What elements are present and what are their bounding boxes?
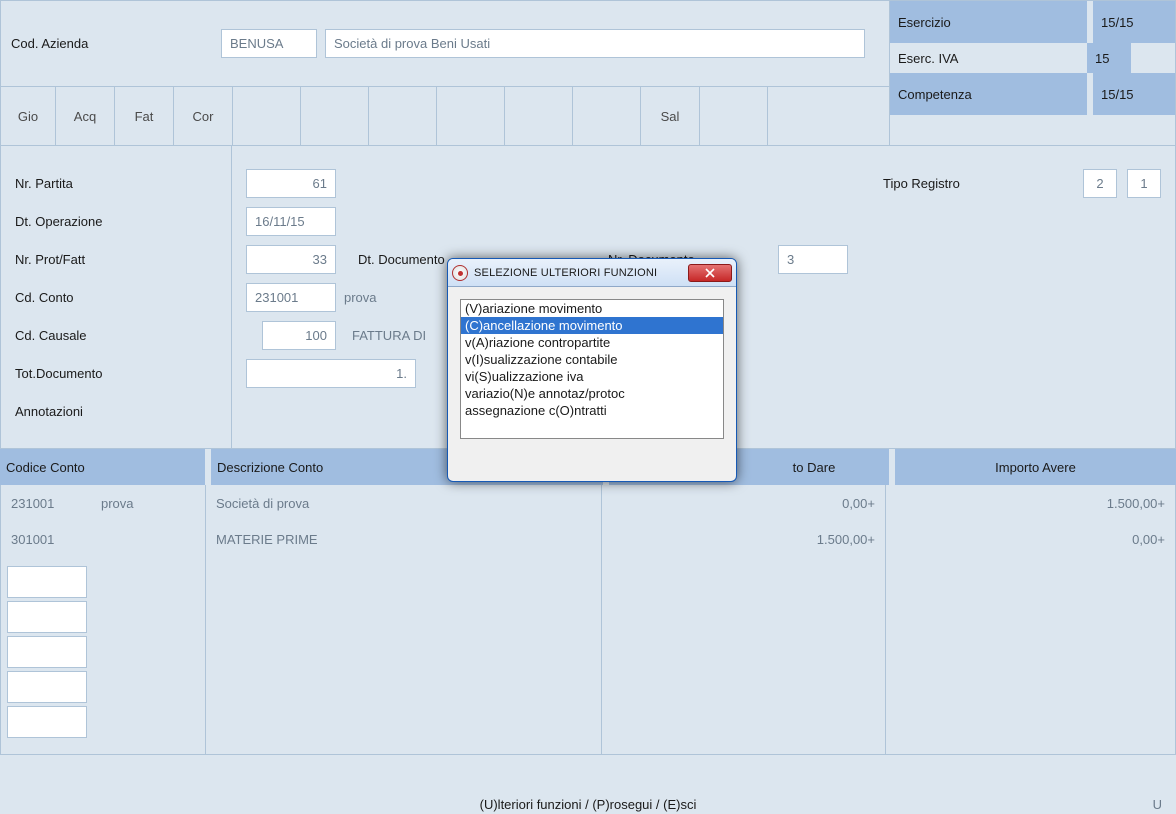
list-item[interactable]: variazio(N)e annotaz/protoc bbox=[461, 385, 723, 402]
cd-conto-label: Cd. Conto bbox=[15, 290, 217, 305]
nr-prot-fatt-label: Nr. Prot/Fatt bbox=[15, 252, 217, 267]
esercizio-value: 15/15 bbox=[1087, 1, 1175, 43]
nr-prot-fatt-value[interactable]: 33 bbox=[246, 245, 336, 274]
empty-cell[interactable] bbox=[7, 706, 87, 738]
empty-cell[interactable] bbox=[7, 601, 87, 633]
eserc-iva-value: 15 bbox=[1087, 43, 1131, 73]
eserc-iva-label: Eserc. IVA bbox=[890, 43, 1087, 73]
list-item[interactable]: assegnazione c(O)ntratti bbox=[461, 402, 723, 419]
cd-causale-desc: FATTURA DI bbox=[352, 328, 426, 343]
cod-azienda-value[interactable]: BENUSA bbox=[221, 29, 317, 58]
list-item[interactable]: (V)ariazione movimento bbox=[461, 300, 723, 317]
tab-empty-4[interactable] bbox=[437, 87, 505, 145]
empty-cell[interactable] bbox=[7, 636, 87, 668]
tab-empty-2[interactable] bbox=[301, 87, 369, 145]
tab-sal[interactable]: Sal bbox=[641, 87, 700, 145]
table-body: 231001prova 301001 Società di prova MATE… bbox=[0, 485, 1176, 755]
tab-acq[interactable]: Acq bbox=[56, 87, 115, 145]
list-item[interactable]: v(A)riazione contropartite bbox=[461, 334, 723, 351]
function-listbox[interactable]: (V)ariazione movimento(C)ancellazione mo… bbox=[460, 299, 724, 439]
tab-empty-3[interactable] bbox=[369, 87, 437, 145]
dt-operazione-label: Dt. Operazione bbox=[15, 214, 217, 229]
nr-documento-value[interactable]: 3 bbox=[778, 245, 848, 274]
dt-operazione-value[interactable]: 16/11/15 bbox=[246, 207, 336, 236]
modal-title-text: SELEZIONE ULTERIORI FUNZIONI bbox=[474, 267, 688, 279]
tab-empty-8[interactable] bbox=[768, 87, 889, 145]
tab-gio[interactable]: Gio bbox=[1, 87, 56, 145]
table-row[interactable]: Società di prova bbox=[206, 485, 601, 521]
table-row[interactable]: 1.500,00+ bbox=[602, 521, 885, 557]
footer-key: U bbox=[1153, 797, 1162, 812]
footer-hint: (U)lteriori funzioni / (P)rosegui / (E)s… bbox=[0, 797, 1176, 812]
tipo-registro-v2[interactable]: 1 bbox=[1127, 169, 1161, 198]
table-row[interactable]: 0,00+ bbox=[886, 521, 1175, 557]
list-item[interactable]: (C)ancellazione movimento bbox=[461, 317, 723, 334]
cd-conto-value[interactable]: 231001 bbox=[246, 283, 336, 312]
list-item[interactable]: vi(S)ualizzazione iva bbox=[461, 368, 723, 385]
form-left-panel: Nr. Partita Dt. Operazione Nr. Prot/Fatt… bbox=[0, 146, 232, 449]
empty-cell[interactable] bbox=[7, 671, 87, 703]
tab-empty-5[interactable] bbox=[505, 87, 573, 145]
annotazioni-label: Annotazioni bbox=[15, 404, 217, 419]
cod-azienda-label: Cod. Azienda bbox=[11, 36, 221, 51]
company-desc-field[interactable]: Società di prova Beni Usati bbox=[325, 29, 865, 58]
cd-conto-desc: prova bbox=[344, 290, 377, 305]
col-avere-header: Importo Avere bbox=[895, 449, 1176, 485]
empty-cell[interactable] bbox=[7, 566, 87, 598]
tab-empty-6[interactable] bbox=[573, 87, 641, 145]
close-icon bbox=[705, 268, 715, 278]
tab-empty-1[interactable] bbox=[233, 87, 301, 145]
table-row[interactable]: 0,00+ bbox=[602, 485, 885, 521]
table-row[interactable]: 231001prova bbox=[1, 485, 205, 521]
esercizio-label: Esercizio bbox=[890, 1, 1087, 43]
cd-causale-label: Cd. Causale bbox=[15, 328, 217, 343]
table-row[interactable]: 301001 bbox=[1, 521, 205, 557]
tab-cor[interactable]: Cor bbox=[174, 87, 233, 145]
tab-fat[interactable]: Fat bbox=[115, 87, 174, 145]
table-row[interactable]: MATERIE PRIME bbox=[206, 521, 601, 557]
tot-documento-value[interactable]: 1. bbox=[246, 359, 416, 388]
tipo-registro-v1[interactable]: 2 bbox=[1083, 169, 1117, 198]
table-row[interactable]: 1.500,00+ bbox=[886, 485, 1175, 521]
tipo-registro-label: Tipo Registro bbox=[883, 176, 1083, 191]
competenza-value: 15/15 bbox=[1087, 73, 1175, 115]
competenza-label: Competenza bbox=[890, 73, 1087, 115]
nr-partita-value[interactable]: 61 bbox=[246, 169, 336, 198]
header-row: Cod. Azienda BENUSA Società di prova Ben… bbox=[0, 0, 1176, 146]
tab-empty-7[interactable] bbox=[700, 87, 768, 145]
nr-partita-label: Nr. Partita bbox=[15, 176, 217, 191]
modal-selezione-funzioni: SELEZIONE ULTERIORI FUNZIONI (V)ariazion… bbox=[447, 258, 737, 482]
tot-documento-label: Tot.Documento bbox=[15, 366, 217, 381]
list-item[interactable]: v(I)sualizzazione contabile bbox=[461, 351, 723, 368]
col-codice-header: Codice Conto bbox=[0, 449, 205, 485]
close-button[interactable] bbox=[688, 264, 732, 282]
tab-bar: Gio Acq Fat Cor Sal bbox=[1, 86, 889, 145]
app-icon bbox=[452, 265, 468, 281]
cd-causale-value[interactable]: 100 bbox=[262, 321, 336, 350]
